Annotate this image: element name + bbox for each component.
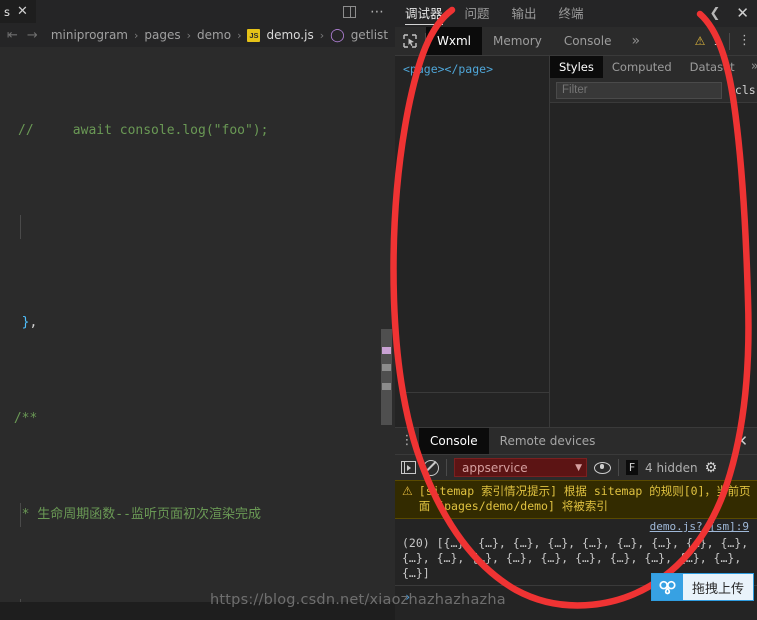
drag-upload-label: 拖拽上传 [691, 581, 744, 597]
chevron-double-right-icon[interactable]: » [622, 33, 649, 49]
chevron-double-right-icon[interactable]: » [744, 56, 757, 78]
scrollbar-marker-symbol [382, 347, 391, 354]
scrollbar-marker-symbol [382, 364, 391, 371]
styles-filter-row: .cls [550, 78, 757, 103]
breadcrumb-separator: › [134, 28, 139, 42]
console-warning-text: [sitemap 索引情况提示] 根据 sitemap 的规则[0]，当前页面 … [418, 484, 751, 513]
devtools-body: <page></page> Styles Computed Dataset » … [395, 56, 757, 427]
toolbar-divider [446, 459, 447, 476]
wxml-tree-node[interactable]: <page></page> [403, 62, 549, 76]
scrollbar-thumb [381, 329, 392, 425]
tab-console[interactable]: Console [419, 428, 489, 454]
kebab-menu-icon[interactable]: ⋮ [395, 434, 419, 447]
breadcrumb: ⇤ → miniprogram › pages › demo › JS demo… [0, 23, 395, 47]
console-tabbar: ⋮ Console Remote devices ✕ [395, 428, 757, 454]
code-line: /** [6, 411, 38, 426]
code-editor-pane: s ✕ ⋯ ⇤ → miniprogram › pages › demo › J… [0, 0, 395, 620]
close-icon[interactable]: ✕ [735, 432, 748, 450]
chevron-left-icon[interactable]: ❮ [710, 6, 721, 21]
console-warning-message: ⚠ [sitemap 索引情况提示] 根据 sitemap 的规则[0]，当前页… [395, 480, 757, 519]
drag-upload-badge[interactable]: 拖拽上传 [650, 573, 754, 601]
devtools-toolbar-right: ⚠ 1 ⋮ [694, 32, 757, 50]
console-toolbar: appservice ▼ F 4 hidden ⚙ [395, 454, 757, 480]
warning-triangle-icon: ⚠ [402, 484, 413, 498]
tab-remote-devices[interactable]: Remote devices [489, 428, 607, 454]
styles-filter-input[interactable] [556, 81, 722, 99]
breadcrumb-item-getlist[interactable]: getlist [351, 28, 388, 42]
code-lines: // await console.log("foo"); }, /** * 生命… [0, 47, 377, 602]
tab-computed[interactable]: Computed [603, 56, 681, 78]
editor-tab-bar-filler [35, 0, 333, 23]
editor-tab-label: s [4, 4, 10, 19]
cube-icon: ◯ [330, 27, 345, 43]
eye-icon[interactable] [594, 461, 611, 474]
editor-tab-bar: s ✕ ⋯ [0, 0, 395, 23]
tab-styles[interactable]: Styles [550, 56, 603, 78]
tab-debugger[interactable]: 调试器 [405, 0, 443, 27]
tab-output[interactable]: 输出 [512, 0, 537, 27]
editor-scrollbar[interactable] [377, 47, 395, 602]
wxml-tree-footer [403, 392, 549, 427]
tab-dataset[interactable]: Dataset [681, 56, 744, 78]
warning-count: 1 [713, 34, 721, 48]
gear-icon[interactable]: ⚙ [705, 460, 718, 476]
forward-arrow-icon[interactable]: → [27, 28, 38, 43]
breadcrumb-item-demo-js[interactable]: demo.js [266, 28, 313, 42]
code-line: }, [6, 315, 38, 330]
close-icon[interactable]: ✕ [17, 5, 28, 18]
code-line: * 生命周期函数--监听页面初次渲染完成 [0, 503, 377, 527]
tab-memory[interactable]: Memory [482, 27, 553, 55]
cls-button[interactable]: .cls [728, 83, 757, 97]
chevron-down-icon: ▼ [575, 462, 582, 473]
code-line: // await console.log("foo"); [18, 123, 269, 138]
devtools-toolbar: Wxml Memory Console » ⚠ 1 ⋮ [395, 27, 757, 56]
console-log-source[interactable]: demo.js? [sm]:9 [650, 520, 749, 533]
console-hidden-count: 4 hidden [645, 460, 698, 475]
tab-console[interactable]: Console [553, 27, 623, 55]
tab-wxml[interactable]: Wxml [426, 27, 482, 55]
kebab-menu-icon[interactable]: ⋮ [738, 34, 751, 47]
devtools-panel-tabbar: 调试器 问题 输出 终端 ❮ ✕ [395, 0, 757, 27]
editor-tab-actions: ⋯ [333, 0, 395, 23]
console-context-select[interactable]: appservice ▼ [454, 458, 587, 477]
tab-terminal[interactable]: 终端 [559, 0, 584, 27]
styles-tabbar: Styles Computed Dataset » [550, 56, 757, 78]
cloud-upload-icon [651, 574, 683, 600]
close-icon[interactable]: ✕ [736, 6, 749, 21]
breadcrumb-item-demo[interactable]: demo [197, 28, 231, 42]
code-line [0, 215, 377, 239]
console-context-value: appservice [462, 460, 528, 475]
toolbar-divider [729, 32, 730, 50]
breadcrumb-separator: › [319, 28, 325, 42]
tab-problems[interactable]: 问题 [465, 0, 490, 27]
code-content-area[interactable]: // await console.log("foo"); }, /** * 生命… [0, 47, 395, 602]
devtools-panel-actions: ❮ ✕ [710, 0, 749, 27]
breadcrumb-item-miniprogram[interactable]: miniprogram [51, 28, 128, 42]
more-actions-icon[interactable]: ⋯ [370, 5, 385, 19]
split-editor-icon[interactable] [343, 5, 356, 18]
breadcrumb-item-pages[interactable]: pages [144, 28, 180, 42]
styles-rules-area [550, 103, 757, 427]
execute-context-icon[interactable] [401, 461, 416, 474]
clear-console-icon[interactable] [423, 459, 439, 476]
devtools-pane: 调试器 问题 输出 终端 ❮ ✕ Wxml Memory Console » ⚠ [395, 0, 757, 620]
wxml-tree[interactable]: <page></page> [395, 56, 550, 427]
console-filter-input[interactable]: F [626, 460, 638, 475]
js-file-icon: JS [247, 28, 261, 42]
breadcrumb-separator: › [237, 28, 242, 42]
watermark-url: https://blog.csdn.net/xiaozhazhazhazha [210, 592, 506, 608]
styles-panel: Styles Computed Dataset » .cls [550, 56, 757, 427]
back-arrow-icon[interactable]: ⇤ [7, 28, 18, 43]
scrollbar-marker-symbol [382, 383, 391, 390]
breadcrumb-nav-icons: ⇤ → [4, 28, 45, 43]
warning-triangle-icon: ⚠ [694, 34, 706, 48]
breadcrumb-separator: › [186, 28, 192, 42]
toolbar-divider [618, 459, 619, 476]
inspect-element-icon[interactable] [395, 34, 425, 48]
editor-tab-demo-js[interactable]: s ✕ [0, 0, 36, 23]
